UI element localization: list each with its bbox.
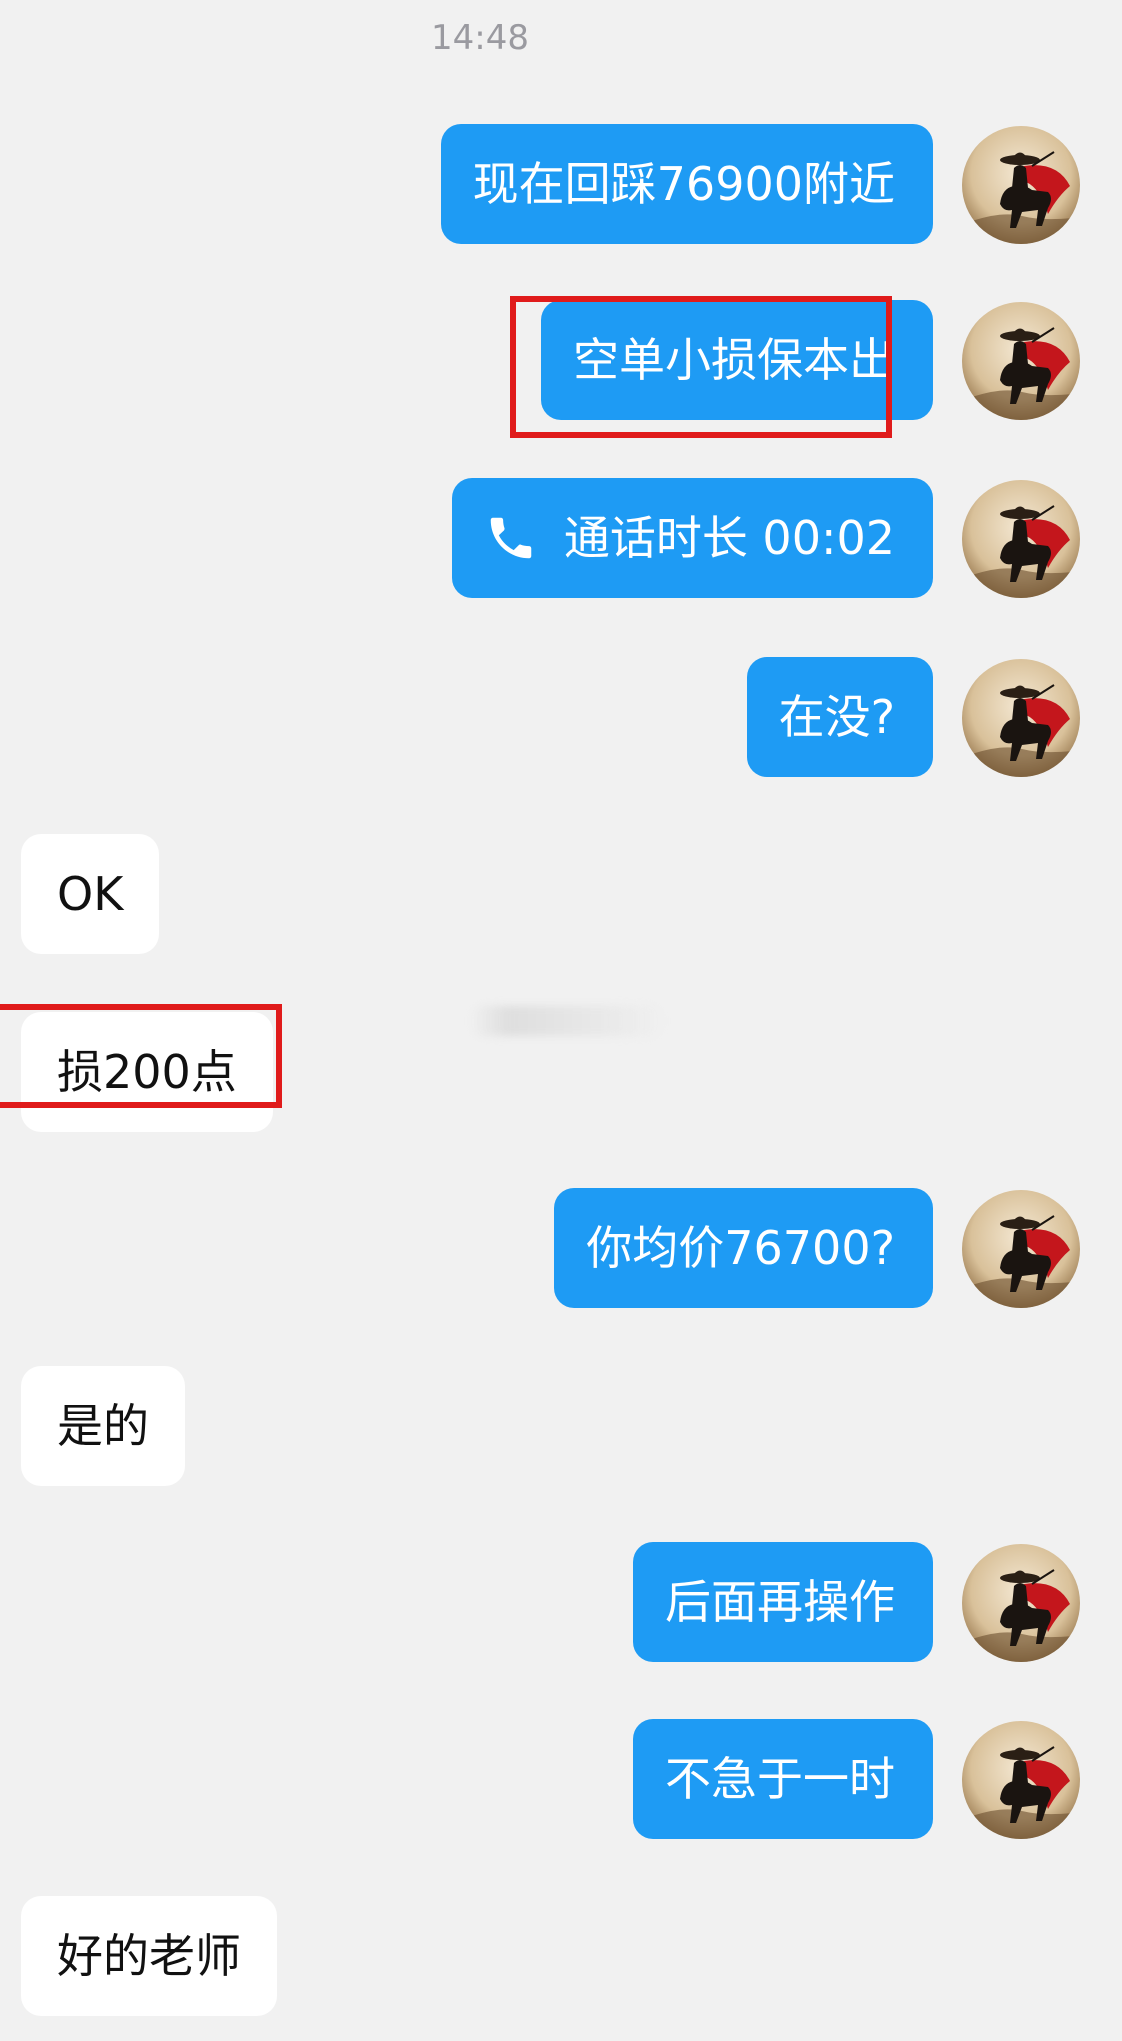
message-text: OK (57, 867, 124, 921)
message-row-outgoing: 后面再操作 (0, 1542, 1122, 1662)
avatar[interactable] (962, 480, 1080, 598)
message-row-outgoing: 你均价76700? (0, 1188, 1122, 1308)
incoming-message-bubble[interactable]: 损200点 (21, 1012, 273, 1132)
message-row-outgoing: 现在回踩76900附近 (0, 124, 1122, 244)
message-text: 不急于一时 (665, 1752, 895, 1806)
incoming-message-bubble[interactable]: OK (21, 834, 160, 954)
message-text: 后面再操作 (665, 1575, 895, 1629)
message-text: 现在回踩76900附近 (472, 157, 895, 211)
masked-rider-avatar-icon (962, 659, 1080, 777)
message-text: 空单小损保本出 (573, 333, 895, 387)
avatar[interactable] (962, 1721, 1080, 1839)
message-row-outgoing: 通话时长 00:02 (0, 478, 1122, 598)
phone-icon (484, 511, 538, 565)
outgoing-message-bubble[interactable]: 空单小损保本出 (541, 300, 933, 420)
masked-rider-avatar-icon (962, 480, 1080, 598)
avatar[interactable] (962, 659, 1080, 777)
message-row-outgoing: 不急于一时 (0, 1719, 1122, 1839)
message-text: 损200点 (57, 1045, 237, 1099)
outgoing-message-bubble[interactable]: 现在回踩76900附近 (440, 124, 933, 244)
masked-rider-avatar-icon (962, 1544, 1080, 1662)
outgoing-message-bubble[interactable]: 不急于一时 (633, 1719, 933, 1839)
masked-rider-avatar-icon (962, 302, 1080, 420)
call-duration-text: 通话时长 00:02 (563, 511, 895, 565)
incoming-message-bubble[interactable]: 好的老师 (21, 1896, 277, 2016)
redacted-smudge (470, 1006, 665, 1036)
message-row-incoming: 好的老师 (0, 1896, 1122, 2016)
masked-rider-avatar-icon (962, 1190, 1080, 1308)
outgoing-message-bubble[interactable]: 你均价76700? (554, 1188, 933, 1308)
message-row-outgoing: 空单小损保本出 (0, 300, 1122, 420)
avatar[interactable] (962, 302, 1080, 420)
avatar[interactable] (962, 1544, 1080, 1662)
message-timestamp: 14:48 (431, 18, 529, 58)
avatar[interactable] (962, 126, 1080, 244)
masked-rider-avatar-icon (962, 126, 1080, 244)
outgoing-message-bubble[interactable]: 后面再操作 (633, 1542, 933, 1662)
chat-view: 14:48 现在回踩76900附近 空单小损保本出 通话时长 00:02 在没?… (0, 0, 1122, 2041)
message-text: 你均价76700? (586, 1221, 895, 1275)
call-record-bubble[interactable]: 通话时长 00:02 (451, 478, 933, 598)
message-text: 是的 (57, 1399, 149, 1453)
outgoing-message-bubble[interactable]: 在没? (746, 657, 933, 777)
incoming-message-bubble[interactable]: 是的 (21, 1366, 185, 1486)
message-row-incoming: OK (0, 834, 1122, 954)
masked-rider-avatar-icon (962, 1721, 1080, 1839)
message-row-outgoing: 在没? (0, 657, 1122, 777)
message-text: 好的老师 (57, 1929, 241, 1983)
avatar[interactable] (962, 1190, 1080, 1308)
message-row-incoming: 是的 (0, 1366, 1122, 1486)
message-text: 在没? (778, 690, 895, 744)
